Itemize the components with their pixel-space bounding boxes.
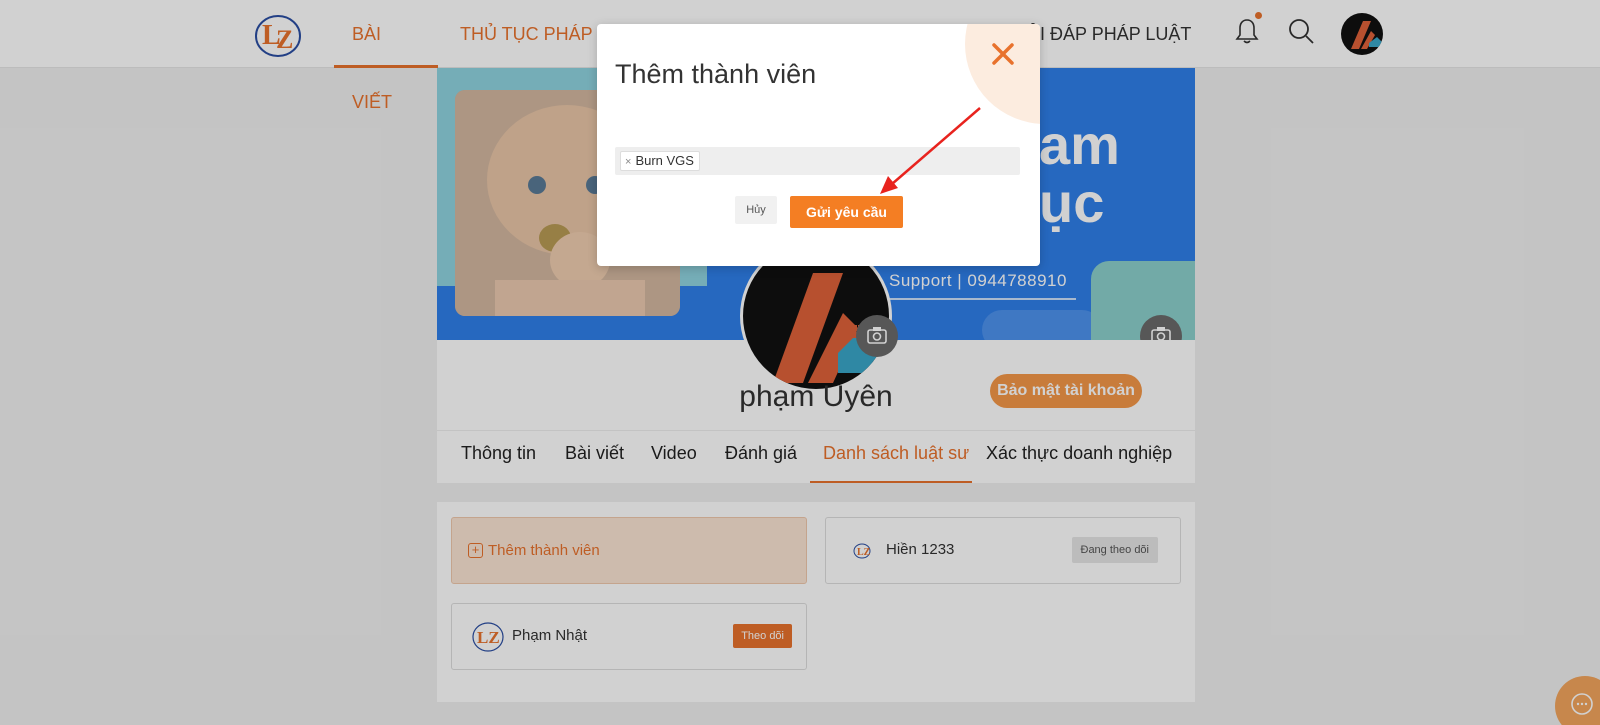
member-tag: × Burn VGS [620,151,700,171]
remove-tag-icon[interactable]: × [625,156,631,168]
cancel-button[interactable]: Hủy [735,196,777,224]
close-icon[interactable] [989,40,1017,68]
send-request-button[interactable]: Gửi yêu cầu [790,196,903,228]
modal-corner-decoration [965,24,1040,124]
add-member-modal: Thêm thành viên × Burn VGS Hủy Gửi yêu cầ… [597,24,1040,266]
tag-label: Burn VGS [635,153,694,168]
member-tag-input[interactable]: × Burn VGS [615,147,1020,175]
modal-title: Thêm thành viên [615,59,817,89]
